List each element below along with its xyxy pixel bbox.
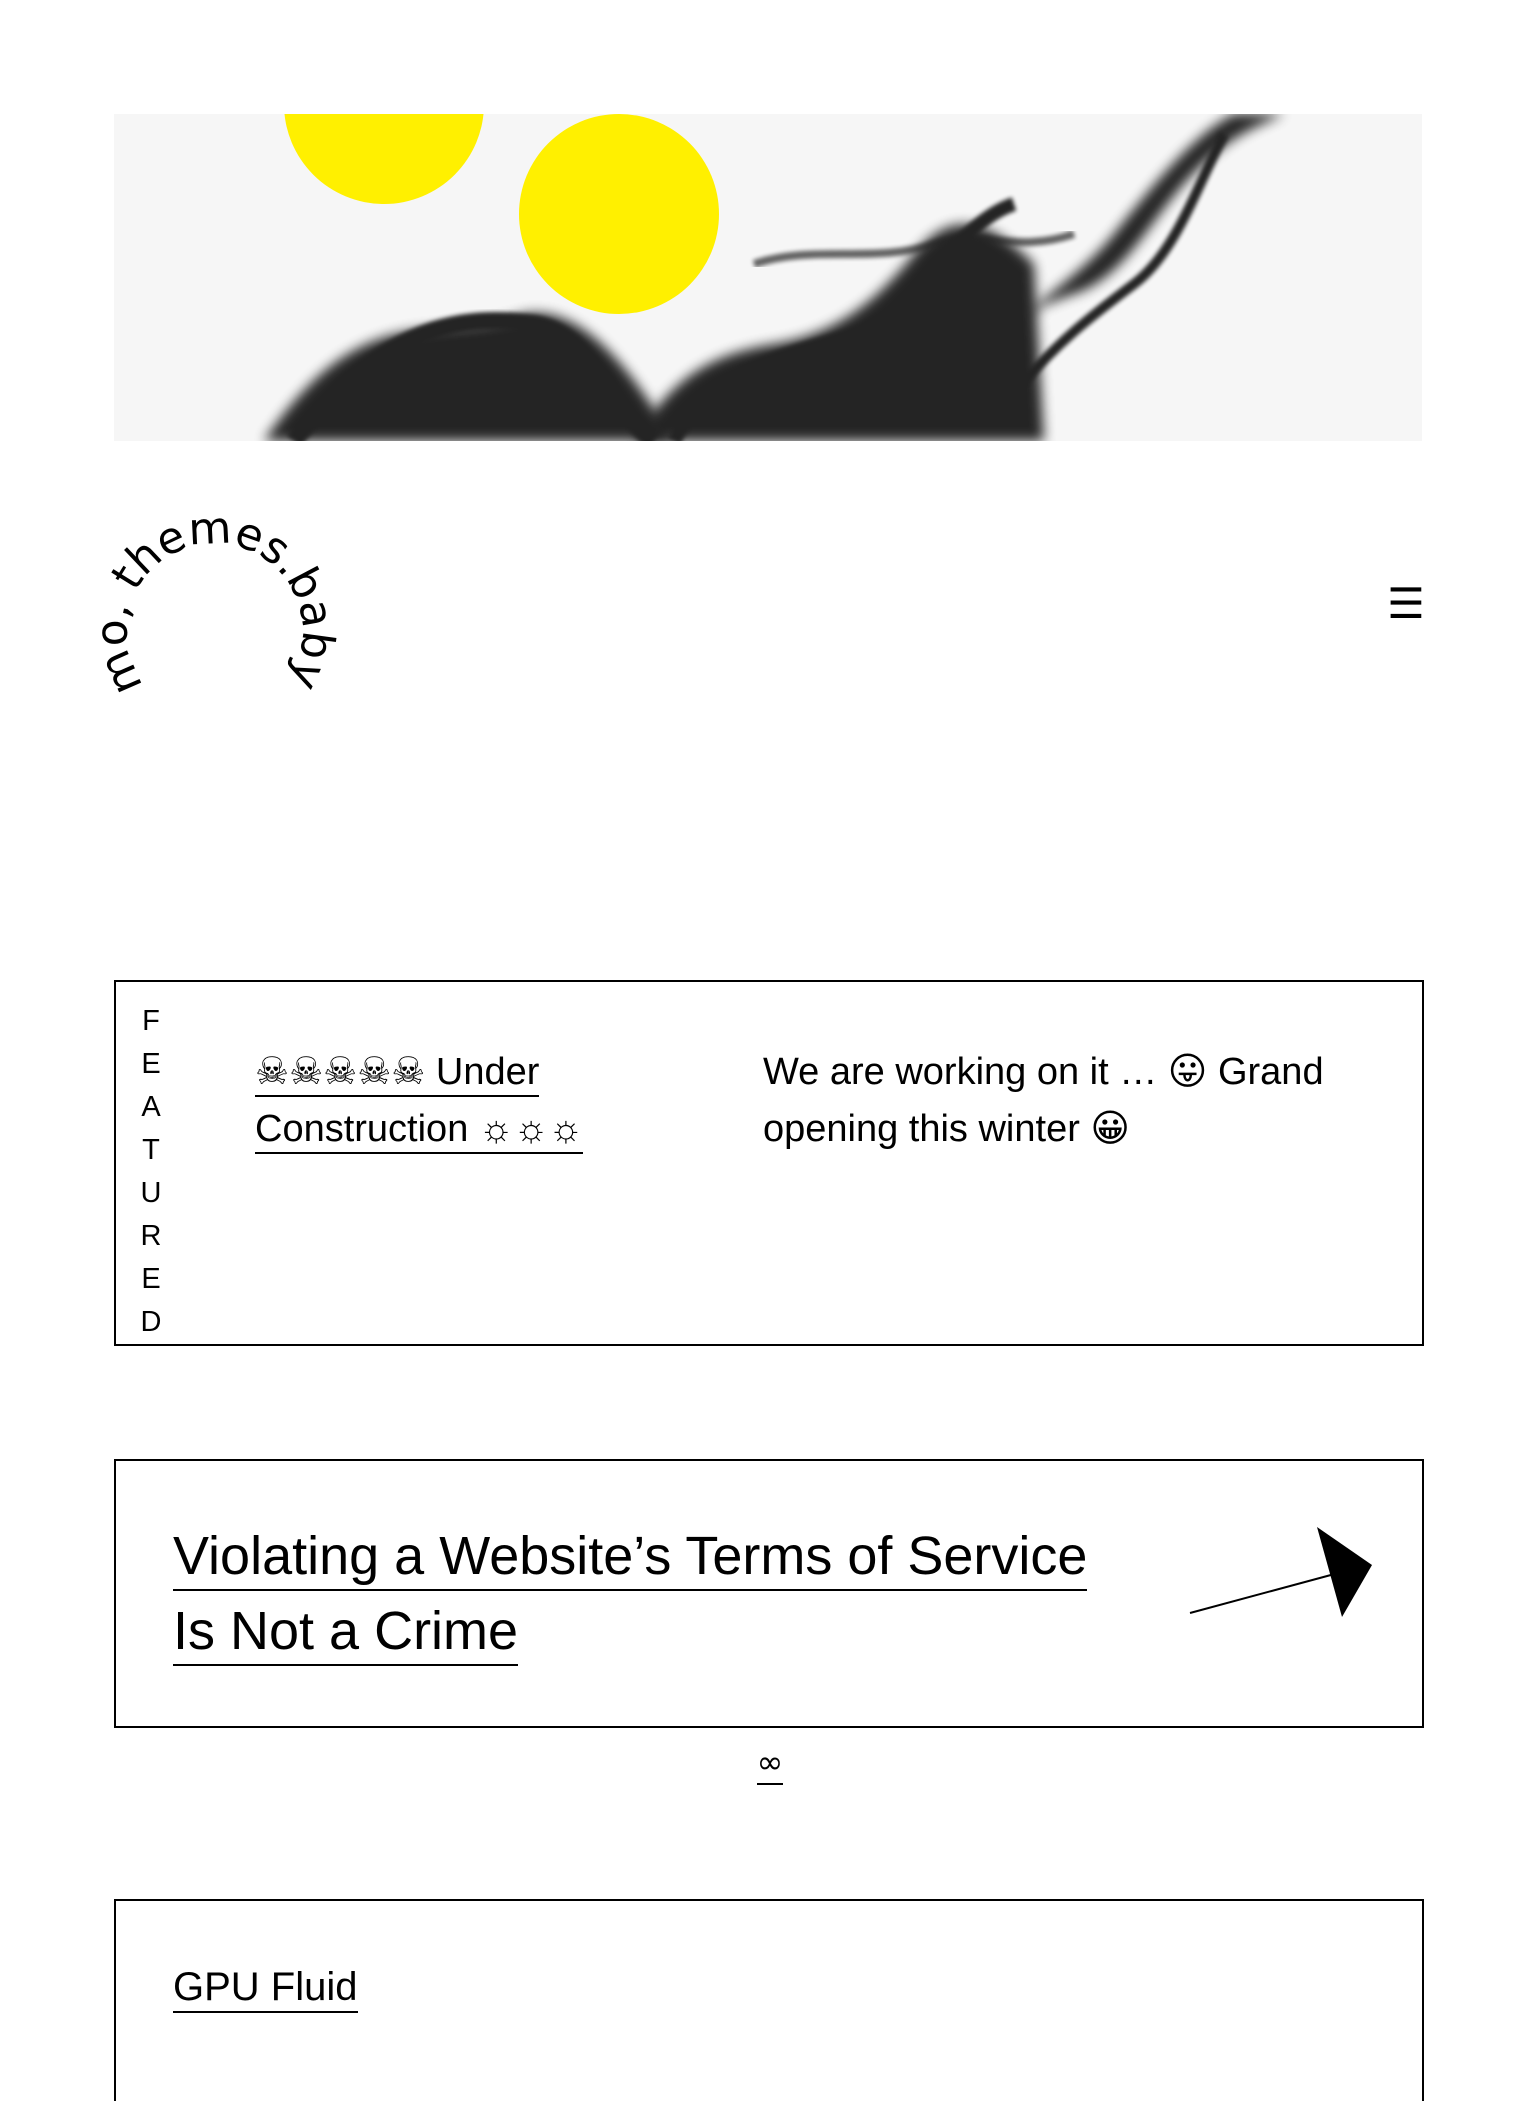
featured-letter: A xyxy=(141,1091,161,1123)
featured-letter: T xyxy=(142,1134,160,1166)
site-logo[interactable]: mo, themes.baby xyxy=(87,502,370,740)
post-title: GPU Fluid xyxy=(173,1959,358,2015)
menu-button[interactable]: ☰ xyxy=(1380,578,1432,630)
featured-letter: E xyxy=(141,1048,161,1080)
featured-letter: E xyxy=(141,1263,161,1295)
featured-label: F E A T U R E D xyxy=(136,1000,166,1344)
featured-letter: U xyxy=(140,1177,162,1209)
post-card: GPU Fluid xyxy=(114,1899,1424,2101)
featured-letter: F xyxy=(142,1005,160,1037)
post-title: Violating a Website’s Terms of Service I… xyxy=(173,1519,1113,1669)
permalink: ∞ xyxy=(750,1740,790,1790)
featured-letter: D xyxy=(140,1306,162,1338)
hero-banner xyxy=(114,114,1422,441)
arrow-up-right-icon[interactable] xyxy=(1182,1527,1382,1637)
featured-post-excerpt: We are working on it … 😛 Grand opening t… xyxy=(763,1051,1324,1150)
post-card: Violating a Website’s Terms of Service I… xyxy=(114,1459,1424,1728)
featured-post-link[interactable]: ☠☠☠☠☠ Under Construction ☼☼☼ xyxy=(255,1051,584,1154)
logo-text: mo, themes.baby xyxy=(87,502,344,702)
post-title-link[interactable]: Violating a Website’s Terms of Service I… xyxy=(173,1526,1088,1666)
post-title-link[interactable]: GPU Fluid xyxy=(173,1965,358,2013)
featured-post-title: ☠☠☠☠☠ Under Construction ☼☼☼ xyxy=(255,1044,635,1158)
hero-artwork xyxy=(114,114,1422,441)
featured-box: F E A T U R E D ☠☠☠☠☠ Under Construction… xyxy=(114,980,1424,1346)
permalink-link[interactable]: ∞ xyxy=(756,1743,784,1785)
featured-letter: R xyxy=(140,1220,162,1252)
